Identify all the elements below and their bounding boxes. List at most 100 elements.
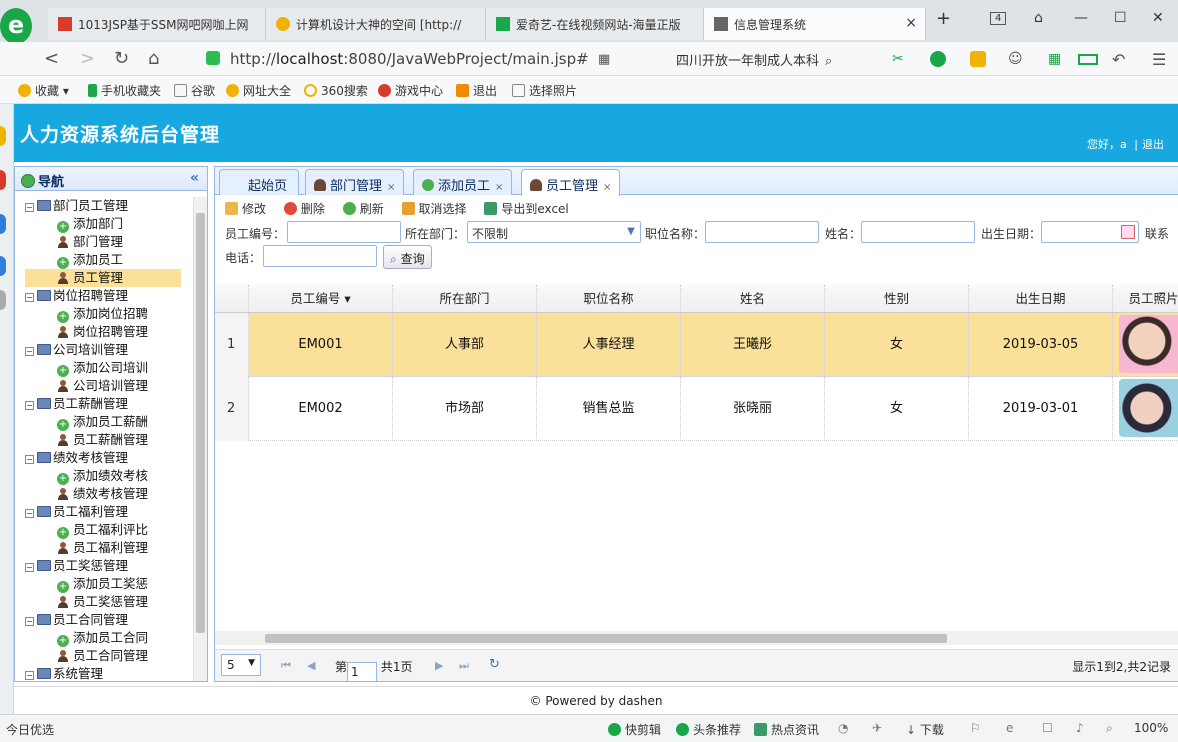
scrollbar-thumb[interactable] (265, 634, 947, 643)
name-input[interactable] (861, 221, 975, 243)
expand-toggle-icon[interactable]: − (25, 203, 34, 212)
status-headlines[interactable]: 头条推荐 (676, 721, 741, 738)
calendar-icon[interactable] (1121, 225, 1135, 239)
birth-date-input[interactable] (1041, 221, 1139, 243)
unselect-button[interactable]: 取消选择 (401, 202, 467, 216)
status-pin-icon[interactable]: ✈ (872, 721, 882, 735)
bookmark-games[interactable]: 游戏中心 (378, 82, 443, 99)
tree-item[interactable]: 员工合同管理 (15, 647, 193, 665)
column-header-department[interactable]: 所在部门 (393, 285, 537, 313)
refresh-icon[interactable]: ↻ (489, 657, 500, 672)
zoom-level[interactable]: 100% (1134, 721, 1168, 735)
close-tab-icon[interactable]: × (387, 182, 395, 193)
expand-toggle-icon[interactable]: − (25, 563, 34, 572)
department-select[interactable]: 不限制 ▼ (467, 221, 641, 243)
tree-item[interactable]: + 添加部门 (15, 215, 193, 233)
close-window-icon[interactable]: ✕ (1152, 10, 1164, 26)
tree-group[interactable]: − 员工薪酬管理 (15, 395, 193, 413)
bookmark-exit[interactable]: 退出 (456, 82, 497, 99)
search-input[interactable]: 四川开放一年制成人本科 ⌕ (676, 48, 866, 70)
status-hot-news[interactable]: 热点资讯 (754, 721, 819, 738)
side-app-icon[interactable] (0, 214, 6, 234)
tree-item[interactable]: 员工管理 (25, 269, 181, 287)
tree-item[interactable]: + 添加员工奖惩 (15, 575, 193, 593)
tree-item[interactable]: + 添加公司培训 (15, 359, 193, 377)
forward-icon[interactable]: > (80, 48, 95, 69)
side-bookmark-icon[interactable] (0, 126, 6, 146)
bookmark-favorites[interactable]: 收藏 ▾ (18, 82, 69, 99)
expand-toggle-icon[interactable]: − (25, 455, 34, 464)
tree-item[interactable]: 员工福利管理 (15, 539, 193, 557)
tree-group[interactable]: − 员工奖惩管理 (15, 557, 193, 575)
scissors-icon[interactable]: ✂ (892, 51, 904, 67)
logout-link[interactable]: 退出 (1142, 138, 1164, 151)
table-row[interactable]: 2 EM002 市场部 销售总监 张晓丽 女 2019-03-01 (215, 377, 1178, 441)
chevron-down-icon[interactable]: ▼ (624, 224, 638, 240)
tree-item[interactable]: + 添加员工 (15, 251, 193, 269)
phone-input[interactable] (263, 245, 377, 267)
column-header-birth-date[interactable]: 出生日期 (969, 285, 1113, 313)
tree-item[interactable]: + 员工福利评比 (15, 521, 193, 539)
side-app-icon[interactable] (0, 290, 6, 310)
status-today-picks[interactable]: 今日优选 (6, 721, 54, 738)
grid-icon[interactable]: ▦ (598, 52, 610, 67)
status-speed-icon[interactable]: ◔ (838, 721, 848, 735)
column-header-photo[interactable]: 员工照片 (1113, 285, 1178, 313)
expand-toggle-icon[interactable]: − (25, 401, 34, 410)
expand-toggle-icon[interactable]: − (25, 509, 34, 518)
browser-tab-3[interactable]: 爱奇艺-在线视频网站-海量正版 (486, 8, 704, 40)
last-page-icon[interactable]: ⏭ (459, 659, 469, 673)
close-tab-icon[interactable]: × (603, 182, 611, 193)
tree-group[interactable]: − 员工合同管理 (15, 611, 193, 629)
status-download[interactable]: ↓ 下载 (906, 721, 944, 738)
status-zoom-icon[interactable]: ⌕ (1106, 721, 1113, 736)
tree-item[interactable]: + 添加员工合同 (15, 629, 193, 647)
tab-add-employee[interactable]: 添加员工 × (413, 169, 513, 195)
tree-item[interactable]: 部门管理 (15, 233, 193, 251)
tree-item[interactable]: 绩效考核管理 (15, 485, 193, 503)
column-header-gender[interactable]: 性别 (825, 285, 969, 313)
search-icon[interactable]: ⌕ (825, 54, 832, 69)
collapse-icon[interactable]: « (190, 170, 199, 186)
battery-icon[interactable] (1078, 54, 1098, 65)
browser-tab-2[interactable]: 计算机设计大神的空间 [http:// (266, 8, 486, 40)
delete-button[interactable]: 删除 (283, 202, 325, 216)
tree-group[interactable]: − 公司培训管理 (15, 341, 193, 359)
tree-item[interactable]: 员工奖惩管理 (15, 593, 193, 611)
grid-horizontal-scrollbar[interactable] (215, 631, 1178, 645)
tree-group[interactable]: − 部门员工管理 (15, 197, 193, 215)
bookmark-photo[interactable]: 选择照片 (512, 82, 577, 99)
sidebar-scrollbar[interactable] (193, 197, 207, 681)
emoji-icon[interactable]: ☺ (1008, 51, 1023, 67)
scrollbar-thumb[interactable] (196, 213, 205, 633)
page-size-select[interactable]: 5 ▼ (221, 654, 261, 676)
shirt-icon[interactable]: ⌂ (1034, 10, 1043, 26)
home-icon[interactable]: ⌂ (148, 48, 159, 69)
close-tab-icon[interactable]: × (905, 15, 917, 31)
back-icon[interactable]: < (44, 48, 59, 69)
tree-item[interactable]: + 添加绩效考核 (15, 467, 193, 485)
tab-start-page[interactable]: 起始页 (219, 169, 299, 195)
menu-icon[interactable]: ☰ (1152, 50, 1166, 69)
expand-toggle-icon[interactable]: − (25, 671, 34, 680)
tree-group[interactable]: − 员工福利管理 (15, 503, 193, 521)
status-flag-icon[interactable]: ⚐ (970, 721, 981, 735)
undo-icon[interactable]: ↶ (1112, 50, 1125, 69)
reload-icon[interactable]: ↻ (114, 48, 129, 69)
shield-icon[interactable] (970, 51, 986, 67)
first-page-icon[interactable]: ⏮ (281, 659, 291, 673)
side-app-icon[interactable] (0, 256, 6, 276)
page-number-input[interactable]: 1 (347, 662, 378, 682)
edit-button[interactable]: 修改 (225, 202, 266, 216)
browser-tab-active[interactable]: 信息管理系统 × (704, 8, 926, 40)
status-sound-icon[interactable]: ♪ (1076, 721, 1084, 735)
maximize-icon[interactable]: ☐ (1114, 10, 1127, 26)
tab-department-manage[interactable]: 部门管理 × (305, 169, 405, 195)
query-button[interactable]: ⌕ 查询 (383, 245, 432, 269)
close-tab-icon[interactable]: × (495, 182, 503, 193)
expand-toggle-icon[interactable]: − (25, 617, 34, 626)
tree-item[interactable]: 员工薪酬管理 (15, 431, 193, 449)
next-page-icon[interactable]: ▶ (435, 659, 443, 672)
tree-item[interactable]: + 添加员工薪酬 (15, 413, 193, 431)
bookmark-sites[interactable]: 网址大全 (226, 82, 291, 99)
